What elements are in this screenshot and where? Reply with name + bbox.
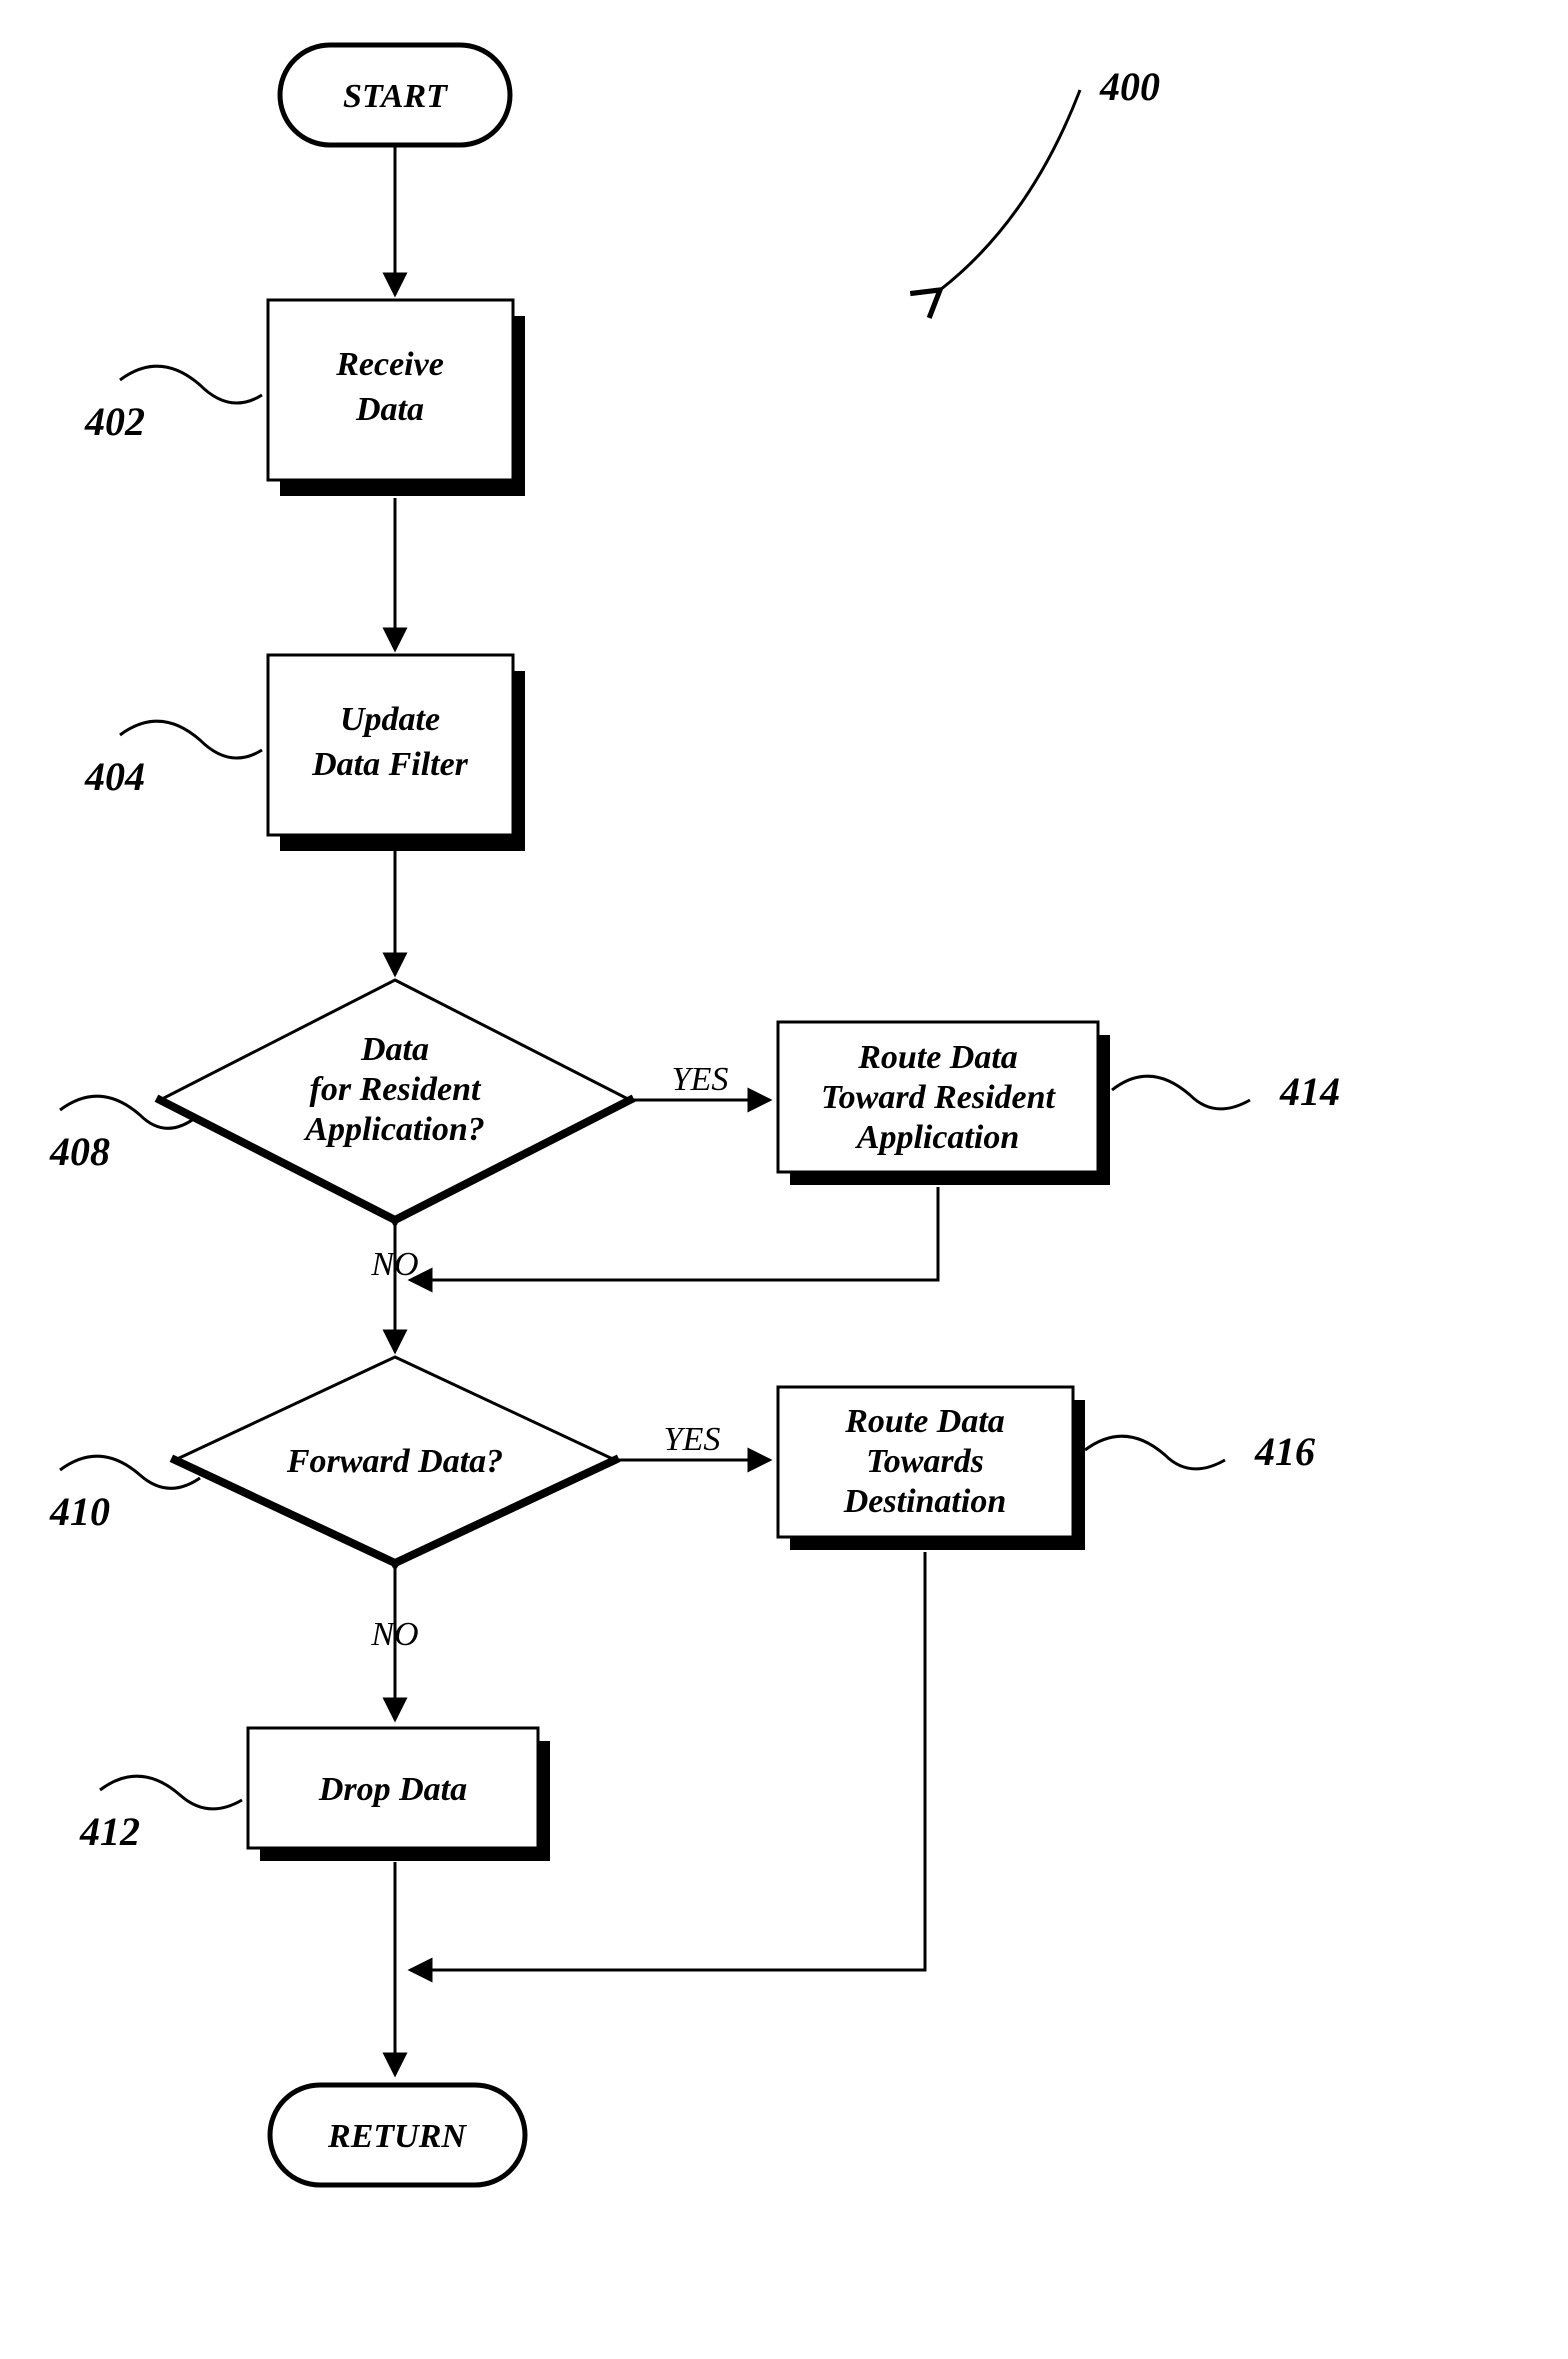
squiggle-416	[1085, 1436, 1225, 1469]
update-filter-node: Update Data Filter 404	[84, 655, 525, 851]
start-label: START	[343, 78, 448, 115]
return-node: RETURN	[270, 2085, 525, 2185]
squiggle-412	[100, 1776, 242, 1809]
ref-410: 410	[49, 1489, 110, 1534]
update-line1: Update	[340, 701, 440, 738]
ref-404: 404	[84, 754, 145, 799]
rr-line2: Toward Resident	[821, 1079, 1057, 1116]
rr-line1: Route Data	[857, 1039, 1018, 1076]
rd-line1: Route Data	[844, 1403, 1005, 1440]
rd-line2: Towards	[866, 1443, 984, 1480]
edge-d2-no: NO	[370, 1565, 418, 1720]
d1-line1: Data	[360, 1031, 429, 1068]
route-resident-node: Route Data Toward Resident Application 4…	[778, 1022, 1340, 1185]
ref-412: 412	[79, 1809, 140, 1854]
receive-line1: Receive	[335, 346, 444, 383]
edge-d2-yes: YES	[615, 1421, 770, 1460]
receive-line2: Data	[355, 391, 424, 428]
route-destination-node: Route Data Towards Destination 416	[778, 1387, 1315, 1550]
drop-line1: Drop Data	[318, 1771, 467, 1808]
rd-line3: Destination	[843, 1483, 1006, 1520]
flowchart-svg: 400 START Receive Data 402 Update Data F…	[0, 0, 1568, 2359]
squiggle-404	[120, 721, 262, 758]
figure-reference: 400	[940, 64, 1160, 290]
drop-data-node: Drop Data 412	[79, 1728, 550, 1861]
ref-402: 402	[84, 399, 145, 444]
squiggle-402	[120, 366, 262, 403]
ref-414: 414	[1279, 1069, 1340, 1114]
decision-resident-node: Data for Resident Application? 408	[49, 980, 630, 1220]
d1-line2: for Resident	[310, 1071, 483, 1108]
figure-ref-label: 400	[1099, 64, 1160, 109]
edge-d1-yes: YES	[630, 1061, 770, 1100]
d2-no-label: NO	[370, 1616, 418, 1653]
ref-416: 416	[1254, 1429, 1315, 1474]
receive-data-node: Receive Data 402	[84, 300, 525, 496]
return-label: RETURN	[327, 2118, 467, 2155]
edge-d1-no: NO	[370, 1222, 418, 1352]
update-line2: Data Filter	[311, 746, 469, 783]
ref-408: 408	[49, 1129, 110, 1174]
start-node: START	[280, 45, 510, 145]
arrow-rr-merge	[410, 1187, 938, 1280]
d1-no-label: NO	[370, 1246, 418, 1283]
d1-yes-label: YES	[672, 1061, 729, 1098]
rr-line3: Application	[855, 1119, 1019, 1156]
d1-line3: Application?	[303, 1111, 484, 1148]
squiggle-414	[1112, 1076, 1250, 1109]
decision-forward-node: Forward Data? 410	[49, 1357, 615, 1563]
d2-line1: Forward Data?	[286, 1443, 503, 1480]
d2-yes-label: YES	[664, 1421, 721, 1458]
